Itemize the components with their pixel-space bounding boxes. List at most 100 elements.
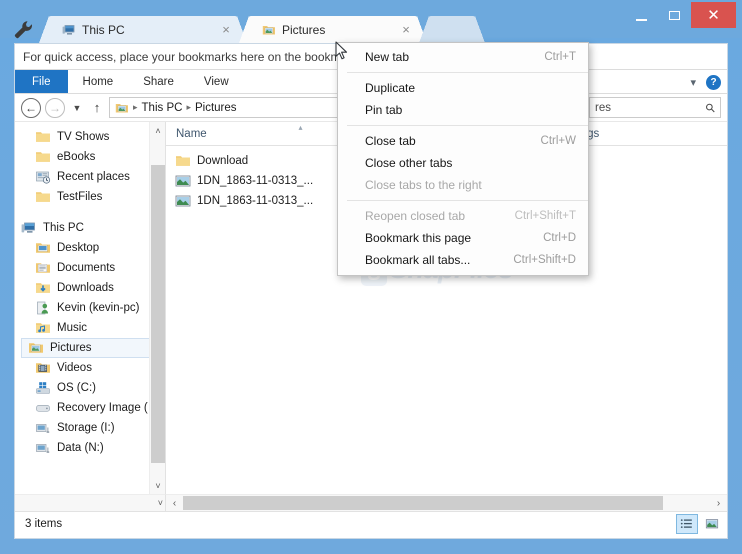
folder-icon xyxy=(175,153,191,169)
nav-item-music[interactable]: Music xyxy=(15,318,165,338)
nav-item-label: Documents xyxy=(57,262,116,274)
ribbon-tab-share[interactable]: Share xyxy=(128,70,189,93)
nav-item-label: TestFiles xyxy=(57,191,103,203)
menu-item-label: Close tabs to the right xyxy=(365,178,482,192)
magnifier-icon[interactable]: ⚲ xyxy=(703,99,719,115)
nav-scroll-down-area[interactable]: ˅ xyxy=(15,494,165,511)
help-icon[interactable]: ? xyxy=(706,74,721,90)
tab-placeholder[interactable] xyxy=(419,16,485,43)
menu-item-close-other-tabs[interactable]: Close other tabs xyxy=(338,152,588,174)
menu-item-shortcut: Ctrl+Shift+T xyxy=(514,210,576,222)
nav-item-pictures[interactable]: Pictures xyxy=(21,338,159,358)
menu-item-bookmark-this-page[interactable]: Bookmark this page Ctrl+D xyxy=(338,227,588,249)
menu-item-label: Reopen closed tab xyxy=(365,209,466,223)
picture-icon xyxy=(175,193,191,209)
nav-group-spacer xyxy=(15,207,165,218)
nav-item-videos[interactable]: Videos xyxy=(15,358,165,378)
details-view-icon[interactable] xyxy=(676,513,698,534)
nav-item-storage-i[interactable]: Storage (I:) xyxy=(15,418,165,438)
file-name: Download xyxy=(197,155,249,167)
tab-title: This PC xyxy=(82,22,125,37)
nav-item-this-pc[interactable]: This PC xyxy=(15,218,165,238)
menu-item-pin-tab[interactable]: Pin tab xyxy=(338,99,588,121)
nav-item-recent-places[interactable]: Recent places xyxy=(15,167,165,187)
ribbon-tab-label: View xyxy=(203,75,229,88)
tab-context-menu[interactable]: New tab Ctrl+T Duplicate Pin tab Close t… xyxy=(337,42,589,276)
menu-separator xyxy=(347,72,588,73)
forward-button[interactable]: → xyxy=(45,97,65,118)
pictures-folder-icon xyxy=(262,23,276,37)
nav-item-label: Data (N:) xyxy=(57,442,104,454)
nav-item-data-n[interactable]: Data (N:) xyxy=(15,438,165,458)
file-name: 1DN_1863-11-0313_... xyxy=(197,175,314,187)
scroll-down-icon[interactable]: ˅ xyxy=(158,498,163,508)
scroll-down-icon[interactable]: ˅ xyxy=(150,477,165,494)
menu-item-shortcut: Ctrl+Shift+D xyxy=(513,254,576,266)
search-value: res xyxy=(595,101,611,114)
tab-close-icon[interactable]: × xyxy=(398,23,414,36)
menu-item-duplicate[interactable]: Duplicate xyxy=(338,77,588,99)
breadcrumb-item-pictures[interactable]: Pictures xyxy=(195,102,237,114)
ribbon-tab-label: Home xyxy=(82,75,114,88)
ribbon-right-controls: ▾ ? xyxy=(690,70,721,94)
documents-icon xyxy=(35,260,51,276)
nav-item-label: This PC xyxy=(43,222,84,234)
breadcrumb-separator: ▸ xyxy=(133,102,138,112)
scrollbar-thumb[interactable] xyxy=(183,496,663,510)
picture-icon xyxy=(175,173,191,189)
this-pc-icon xyxy=(62,23,76,37)
search-input[interactable]: res ⚲ xyxy=(589,97,721,118)
menu-item-label: Pin tab xyxy=(365,103,403,117)
nav-item-os-c[interactable]: OS (C:) xyxy=(15,378,165,398)
nav-item-ebooks[interactable]: eBooks xyxy=(15,147,165,167)
nav-item-documents[interactable]: Documents xyxy=(15,258,165,278)
nav-item-label: OS (C:) xyxy=(57,382,96,394)
music-icon xyxy=(35,320,51,336)
ribbon-tab-view[interactable]: View xyxy=(189,70,244,93)
menu-item-bookmark-all-tabs[interactable]: Bookmark all tabs... Ctrl+Shift+D xyxy=(338,249,588,271)
menu-item-close-tab[interactable]: Close tab Ctrl+W xyxy=(338,130,588,152)
forward-icon: → xyxy=(49,100,61,115)
view-buttons xyxy=(676,513,723,534)
nav-item-tv-shows[interactable]: TV Shows xyxy=(15,127,165,147)
nav-item-label: eBooks xyxy=(57,151,96,163)
nav-item-label: Kevin (kevin-pc) xyxy=(57,302,140,314)
nav-item-label: Recovery Image ( xyxy=(57,402,148,414)
tab-this-pc[interactable]: This PC × xyxy=(39,16,247,43)
scrollbar-track[interactable] xyxy=(183,495,710,511)
navigation-pane: TV Shows eBooks Recent places TestFiles … xyxy=(15,122,165,494)
ribbon-tab-file[interactable]: File xyxy=(15,70,68,93)
pictures-folder-icon xyxy=(28,340,44,356)
chevron-down-icon[interactable]: ▾ xyxy=(690,76,696,89)
recent-locations-button[interactable]: ▼ xyxy=(69,103,85,113)
nav-item-kevin[interactable]: Kevin (kevin-pc) xyxy=(15,298,165,318)
scroll-right-icon[interactable]: › xyxy=(710,495,727,511)
breadcrumb-separator: ▸ xyxy=(186,102,191,112)
back-icon: ← xyxy=(25,100,37,115)
nav-item-recovery-image[interactable]: Recovery Image ( xyxy=(15,398,165,418)
tab-pictures[interactable]: Pictures × xyxy=(239,16,427,43)
nav-item-label: Videos xyxy=(57,362,92,374)
videos-icon xyxy=(35,360,51,376)
scroll-up-icon[interactable]: ˄ xyxy=(150,122,165,139)
up-arrow-icon: ↑ xyxy=(93,100,101,115)
up-button[interactable]: ↑ xyxy=(89,100,105,115)
chevron-down-icon: ▼ xyxy=(72,102,82,113)
menu-item-reopen-closed-tab: Reopen closed tab Ctrl+Shift+T xyxy=(338,205,588,227)
breadcrumb-item-this-pc[interactable]: This PC xyxy=(142,102,183,114)
item-count-label: 3 items xyxy=(25,517,63,530)
tab-close-icon[interactable]: × xyxy=(218,23,234,36)
scrollbar-thumb[interactable] xyxy=(151,165,165,463)
navigation-scrollbar[interactable]: ˄ ˅ xyxy=(149,122,165,494)
thumbnail-view-icon[interactable] xyxy=(701,514,723,534)
scroll-left-icon[interactable]: ‹ xyxy=(166,495,183,511)
nav-item-downloads[interactable]: Downloads xyxy=(15,278,165,298)
back-button[interactable]: ← xyxy=(21,97,41,118)
menu-item-new-tab[interactable]: New tab Ctrl+T xyxy=(338,46,588,68)
horizontal-scrollbar[interactable]: ‹ › xyxy=(165,494,727,511)
navigation-list: TV Shows eBooks Recent places TestFiles … xyxy=(15,122,165,458)
ribbon-tab-home[interactable]: Home xyxy=(68,70,129,93)
nav-item-testfiles[interactable]: TestFiles xyxy=(15,187,165,207)
nav-item-desktop[interactable]: Desktop xyxy=(15,238,165,258)
ribbon-tab-label: File xyxy=(32,75,51,88)
